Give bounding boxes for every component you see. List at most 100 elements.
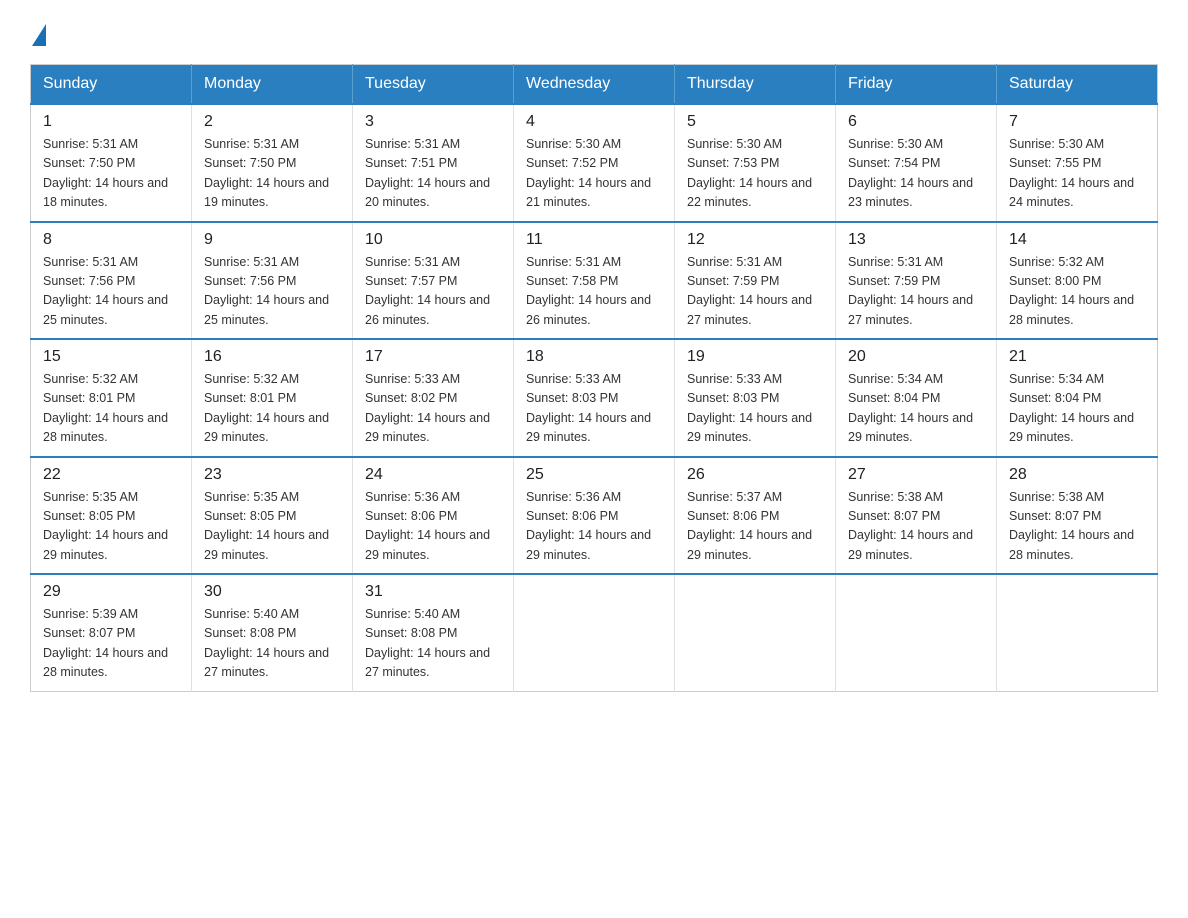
day-info: Sunrise: 5:38 AMSunset: 8:07 PMDaylight:… (1009, 488, 1145, 566)
day-number: 7 (1009, 113, 1145, 131)
calendar-day-cell: 28 Sunrise: 5:38 AMSunset: 8:07 PMDaylig… (997, 457, 1158, 575)
day-info: Sunrise: 5:31 AMSunset: 7:51 PMDaylight:… (365, 135, 501, 213)
calendar-day-cell: 27 Sunrise: 5:38 AMSunset: 8:07 PMDaylig… (836, 457, 997, 575)
logo (30, 20, 46, 46)
calendar-week-row: 8 Sunrise: 5:31 AMSunset: 7:56 PMDayligh… (31, 222, 1158, 340)
day-info: Sunrise: 5:31 AMSunset: 7:50 PMDaylight:… (43, 135, 179, 213)
calendar-day-cell: 16 Sunrise: 5:32 AMSunset: 8:01 PMDaylig… (192, 339, 353, 457)
day-info: Sunrise: 5:31 AMSunset: 7:50 PMDaylight:… (204, 135, 340, 213)
calendar-day-cell: 23 Sunrise: 5:35 AMSunset: 8:05 PMDaylig… (192, 457, 353, 575)
day-number: 26 (687, 466, 823, 484)
day-number: 27 (848, 466, 984, 484)
day-info: Sunrise: 5:35 AMSunset: 8:05 PMDaylight:… (43, 488, 179, 566)
day-info: Sunrise: 5:37 AMSunset: 8:06 PMDaylight:… (687, 488, 823, 566)
calendar-table: SundayMondayTuesdayWednesdayThursdayFrid… (30, 64, 1158, 692)
day-info: Sunrise: 5:31 AMSunset: 7:58 PMDaylight:… (526, 253, 662, 331)
day-number: 2 (204, 113, 340, 131)
calendar-day-cell: 10 Sunrise: 5:31 AMSunset: 7:57 PMDaylig… (353, 222, 514, 340)
calendar-day-cell: 19 Sunrise: 5:33 AMSunset: 8:03 PMDaylig… (675, 339, 836, 457)
day-info: Sunrise: 5:33 AMSunset: 8:03 PMDaylight:… (526, 370, 662, 448)
day-info: Sunrise: 5:33 AMSunset: 8:03 PMDaylight:… (687, 370, 823, 448)
day-info: Sunrise: 5:40 AMSunset: 8:08 PMDaylight:… (365, 605, 501, 683)
calendar-day-cell (836, 574, 997, 691)
day-info: Sunrise: 5:31 AMSunset: 7:56 PMDaylight:… (204, 253, 340, 331)
day-info: Sunrise: 5:30 AMSunset: 7:55 PMDaylight:… (1009, 135, 1145, 213)
day-number: 5 (687, 113, 823, 131)
calendar-week-row: 22 Sunrise: 5:35 AMSunset: 8:05 PMDaylig… (31, 457, 1158, 575)
calendar-day-cell: 11 Sunrise: 5:31 AMSunset: 7:58 PMDaylig… (514, 222, 675, 340)
calendar-day-cell: 29 Sunrise: 5:39 AMSunset: 8:07 PMDaylig… (31, 574, 192, 691)
calendar-day-cell: 30 Sunrise: 5:40 AMSunset: 8:08 PMDaylig… (192, 574, 353, 691)
day-number: 29 (43, 583, 179, 601)
weekday-header: Wednesday (514, 65, 675, 105)
calendar-day-cell: 17 Sunrise: 5:33 AMSunset: 8:02 PMDaylig… (353, 339, 514, 457)
calendar-day-cell: 18 Sunrise: 5:33 AMSunset: 8:03 PMDaylig… (514, 339, 675, 457)
day-number: 25 (526, 466, 662, 484)
day-info: Sunrise: 5:31 AMSunset: 7:59 PMDaylight:… (687, 253, 823, 331)
calendar-day-cell: 20 Sunrise: 5:34 AMSunset: 8:04 PMDaylig… (836, 339, 997, 457)
day-number: 16 (204, 348, 340, 366)
day-info: Sunrise: 5:35 AMSunset: 8:05 PMDaylight:… (204, 488, 340, 566)
calendar-day-cell: 24 Sunrise: 5:36 AMSunset: 8:06 PMDaylig… (353, 457, 514, 575)
day-number: 10 (365, 231, 501, 249)
day-info: Sunrise: 5:34 AMSunset: 8:04 PMDaylight:… (848, 370, 984, 448)
day-number: 19 (687, 348, 823, 366)
calendar-day-cell: 12 Sunrise: 5:31 AMSunset: 7:59 PMDaylig… (675, 222, 836, 340)
day-info: Sunrise: 5:31 AMSunset: 7:56 PMDaylight:… (43, 253, 179, 331)
calendar-day-cell: 7 Sunrise: 5:30 AMSunset: 7:55 PMDayligh… (997, 104, 1158, 222)
day-info: Sunrise: 5:32 AMSunset: 8:00 PMDaylight:… (1009, 253, 1145, 331)
calendar-day-cell (997, 574, 1158, 691)
calendar-header-row: SundayMondayTuesdayWednesdayThursdayFrid… (31, 65, 1158, 105)
calendar-day-cell: 8 Sunrise: 5:31 AMSunset: 7:56 PMDayligh… (31, 222, 192, 340)
calendar-day-cell: 14 Sunrise: 5:32 AMSunset: 8:00 PMDaylig… (997, 222, 1158, 340)
day-info: Sunrise: 5:31 AMSunset: 7:59 PMDaylight:… (848, 253, 984, 331)
calendar-day-cell: 9 Sunrise: 5:31 AMSunset: 7:56 PMDayligh… (192, 222, 353, 340)
day-number: 22 (43, 466, 179, 484)
calendar-day-cell (514, 574, 675, 691)
calendar-day-cell: 15 Sunrise: 5:32 AMSunset: 8:01 PMDaylig… (31, 339, 192, 457)
day-number: 14 (1009, 231, 1145, 249)
calendar-week-row: 15 Sunrise: 5:32 AMSunset: 8:01 PMDaylig… (31, 339, 1158, 457)
calendar-day-cell: 21 Sunrise: 5:34 AMSunset: 8:04 PMDaylig… (997, 339, 1158, 457)
calendar-day-cell: 4 Sunrise: 5:30 AMSunset: 7:52 PMDayligh… (514, 104, 675, 222)
logo-triangle-icon (32, 24, 46, 46)
day-number: 11 (526, 231, 662, 249)
day-number: 18 (526, 348, 662, 366)
calendar-week-row: 29 Sunrise: 5:39 AMSunset: 8:07 PMDaylig… (31, 574, 1158, 691)
day-info: Sunrise: 5:30 AMSunset: 7:53 PMDaylight:… (687, 135, 823, 213)
day-info: Sunrise: 5:32 AMSunset: 8:01 PMDaylight:… (43, 370, 179, 448)
day-number: 13 (848, 231, 984, 249)
weekday-header: Thursday (675, 65, 836, 105)
calendar-day-cell: 5 Sunrise: 5:30 AMSunset: 7:53 PMDayligh… (675, 104, 836, 222)
day-number: 23 (204, 466, 340, 484)
day-number: 31 (365, 583, 501, 601)
weekday-header: Tuesday (353, 65, 514, 105)
day-number: 15 (43, 348, 179, 366)
day-info: Sunrise: 5:39 AMSunset: 8:07 PMDaylight:… (43, 605, 179, 683)
calendar-day-cell: 1 Sunrise: 5:31 AMSunset: 7:50 PMDayligh… (31, 104, 192, 222)
calendar-week-row: 1 Sunrise: 5:31 AMSunset: 7:50 PMDayligh… (31, 104, 1158, 222)
day-number: 28 (1009, 466, 1145, 484)
day-number: 8 (43, 231, 179, 249)
day-number: 4 (526, 113, 662, 131)
weekday-header: Saturday (997, 65, 1158, 105)
day-number: 1 (43, 113, 179, 131)
calendar-day-cell (675, 574, 836, 691)
day-number: 3 (365, 113, 501, 131)
page-header (30, 20, 1158, 46)
day-number: 20 (848, 348, 984, 366)
weekday-header: Sunday (31, 65, 192, 105)
day-number: 30 (204, 583, 340, 601)
day-number: 6 (848, 113, 984, 131)
day-info: Sunrise: 5:40 AMSunset: 8:08 PMDaylight:… (204, 605, 340, 683)
day-info: Sunrise: 5:30 AMSunset: 7:54 PMDaylight:… (848, 135, 984, 213)
calendar-day-cell: 3 Sunrise: 5:31 AMSunset: 7:51 PMDayligh… (353, 104, 514, 222)
calendar-day-cell: 2 Sunrise: 5:31 AMSunset: 7:50 PMDayligh… (192, 104, 353, 222)
calendar-day-cell: 22 Sunrise: 5:35 AMSunset: 8:05 PMDaylig… (31, 457, 192, 575)
calendar-day-cell: 31 Sunrise: 5:40 AMSunset: 8:08 PMDaylig… (353, 574, 514, 691)
calendar-day-cell: 25 Sunrise: 5:36 AMSunset: 8:06 PMDaylig… (514, 457, 675, 575)
day-info: Sunrise: 5:32 AMSunset: 8:01 PMDaylight:… (204, 370, 340, 448)
weekday-header: Monday (192, 65, 353, 105)
day-info: Sunrise: 5:36 AMSunset: 8:06 PMDaylight:… (365, 488, 501, 566)
weekday-header: Friday (836, 65, 997, 105)
